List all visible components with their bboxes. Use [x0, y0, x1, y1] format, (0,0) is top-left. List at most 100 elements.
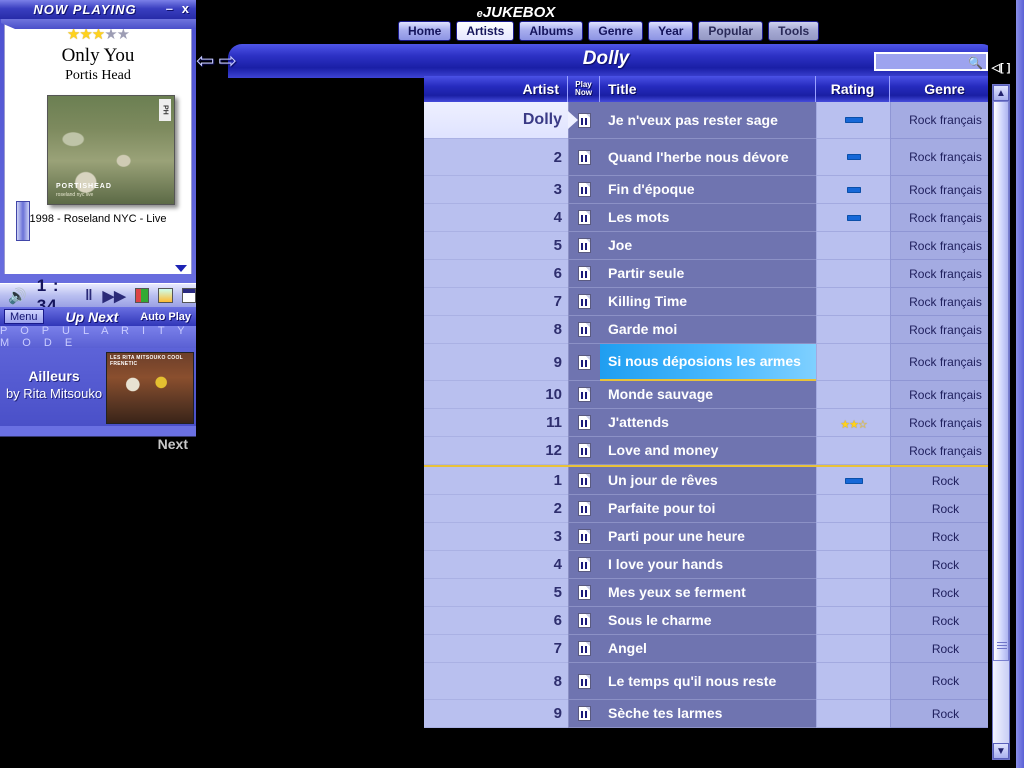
cell-artist[interactable]: 2 [424, 139, 568, 176]
table-row[interactable]: 1Un jour de rêvesRock1999 [424, 467, 1024, 495]
visualizer-icon[interactable] [182, 288, 196, 303]
cell-play-now[interactable] [568, 102, 600, 139]
cell-rating[interactable] [816, 579, 890, 607]
table-row[interactable]: 10Monde sauvageRock français1997 [424, 381, 1024, 409]
cell-rating[interactable] [816, 232, 890, 260]
cell-play-now[interactable] [568, 663, 600, 700]
speaker-icon[interactable]: 🔊 [8, 287, 27, 305]
cell-title[interactable]: Fin d'époque [600, 176, 816, 204]
next-track-button[interactable]: ▶▶ [103, 287, 126, 305]
pause-button[interactable]: ‖ [85, 287, 92, 304]
cell-play-now[interactable] [568, 551, 600, 579]
vertical-scrollbar[interactable]: ▲ ▼ [992, 84, 1010, 760]
now-playing-rating-stars[interactable]: ★★★★★ [5, 27, 191, 43]
play-now-icon[interactable] [578, 294, 591, 309]
cell-play-now[interactable] [568, 607, 600, 635]
column-header-rating[interactable]: Rating [816, 76, 890, 102]
cell-genre[interactable]: Rock français [890, 102, 1000, 139]
table-row[interactable]: 11J'attends★★☆Rock français1997 [424, 409, 1024, 437]
table-row[interactable]: 6Partir seuleRock français1997 [424, 260, 1024, 288]
table-row[interactable]: 2Quand l'herbe nous dévoreRock français1… [424, 139, 1024, 176]
cell-rating[interactable] [816, 204, 890, 232]
cell-genre[interactable]: Rock [890, 607, 1000, 635]
menu-button[interactable]: Menu [4, 309, 44, 324]
cell-rating[interactable] [816, 635, 890, 663]
cell-genre[interactable]: Rock [890, 551, 1000, 579]
cell-genre[interactable]: Rock [890, 467, 1000, 495]
cell-artist[interactable]: 2 [424, 495, 568, 523]
cell-artist[interactable]: 5 [424, 579, 568, 607]
cell-play-now[interactable] [568, 523, 600, 551]
nav-tab-year[interactable]: Year [648, 21, 693, 41]
table-row[interactable]: 5JoeRock français1997 [424, 232, 1024, 260]
play-now-icon[interactable] [578, 210, 591, 225]
nav-tab-tools[interactable]: Tools [768, 21, 819, 41]
column-header-artist[interactable]: Artist [424, 76, 568, 102]
play-now-icon[interactable] [578, 322, 591, 337]
play-now-icon[interactable] [578, 674, 591, 689]
cell-artist[interactable]: 4 [424, 204, 568, 232]
cell-play-now[interactable] [568, 139, 600, 176]
nav-tab-popular[interactable]: Popular [698, 21, 763, 41]
cell-play-now[interactable] [568, 579, 600, 607]
playback-progress-bar[interactable] [4, 266, 192, 274]
cell-artist[interactable]: 9 [424, 344, 568, 381]
cell-genre[interactable]: Rock français [890, 316, 1000, 344]
cell-genre[interactable]: Rock [890, 579, 1000, 607]
cell-title[interactable]: Un jour de rêves [600, 467, 816, 495]
cell-genre[interactable]: Rock français [890, 232, 1000, 260]
play-now-icon[interactable] [578, 641, 591, 656]
cell-play-now[interactable] [568, 176, 600, 204]
cell-artist[interactable]: 4 [424, 551, 568, 579]
auto-play-toggle[interactable]: Auto Play [140, 311, 191, 323]
cell-title[interactable]: Killing Time [600, 288, 816, 316]
table-row[interactable]: 7AngelRock1999 [424, 635, 1024, 663]
cell-genre[interactable]: Rock français [890, 409, 1000, 437]
cell-play-now[interactable] [568, 700, 600, 728]
play-now-icon[interactable] [578, 557, 591, 572]
cell-artist[interactable]: 1 [424, 467, 568, 495]
cell-rating[interactable] [816, 607, 890, 635]
cell-artist[interactable]: 6 [424, 260, 568, 288]
cell-play-now[interactable] [568, 232, 600, 260]
play-now-icon[interactable] [578, 150, 591, 165]
play-now-icon[interactable] [578, 266, 591, 281]
rating-indicator[interactable] [847, 215, 861, 221]
cell-play-now[interactable] [568, 467, 600, 495]
rating-indicator[interactable] [847, 154, 861, 160]
cell-title[interactable]: Je n'veux pas rester sage [600, 102, 816, 139]
cell-title[interactable]: Parfaite pour toi [600, 495, 816, 523]
cell-rating[interactable] [816, 495, 890, 523]
rating-indicator[interactable]: ★★☆ [840, 415, 867, 431]
cell-artist[interactable]: 3 [424, 523, 568, 551]
search-box[interactable]: 🔍 [874, 52, 988, 71]
table-row[interactable]: DollyJe n'veux pas rester sageRock franç… [424, 102, 1024, 139]
cell-rating[interactable] [816, 467, 890, 495]
cell-genre[interactable]: Rock français [890, 260, 1000, 288]
scrollbar-thumb[interactable] [993, 101, 1009, 661]
play-now-icon[interactable] [578, 182, 591, 197]
cell-artist[interactable]: 10 [424, 381, 568, 409]
cell-artist[interactable]: 8 [424, 663, 568, 700]
cell-rating[interactable] [816, 437, 890, 465]
play-now-icon[interactable] [578, 585, 591, 600]
cell-rating[interactable] [816, 700, 890, 728]
cell-rating[interactable] [816, 316, 890, 344]
cell-title[interactable]: Sèche tes larmes [600, 700, 816, 728]
rating-indicator[interactable] [845, 478, 863, 484]
table-row[interactable]: 8Le temps qu'il nous resteRock1999 [424, 663, 1024, 700]
cell-rating[interactable] [816, 551, 890, 579]
cell-title[interactable]: Le temps qu'il nous reste [600, 663, 816, 700]
cell-artist[interactable]: 3 [424, 176, 568, 204]
cell-play-now[interactable] [568, 344, 600, 381]
cell-rating[interactable] [816, 102, 890, 139]
rating-indicator[interactable] [845, 117, 863, 123]
cell-artist[interactable]: 12 [424, 437, 568, 465]
table-row[interactable]: 4I love your handsRock1999 [424, 551, 1024, 579]
cell-play-now[interactable] [568, 316, 600, 344]
cell-title[interactable]: Les mots [600, 204, 816, 232]
cell-title[interactable]: Si nous déposions les armes [600, 344, 816, 381]
cell-title[interactable]: Mes yeux se ferment [600, 579, 816, 607]
table-row[interactable]: 9Sèche tes larmesRock1999 [424, 700, 1024, 728]
nav-tab-artists[interactable]: Artists [456, 21, 514, 41]
